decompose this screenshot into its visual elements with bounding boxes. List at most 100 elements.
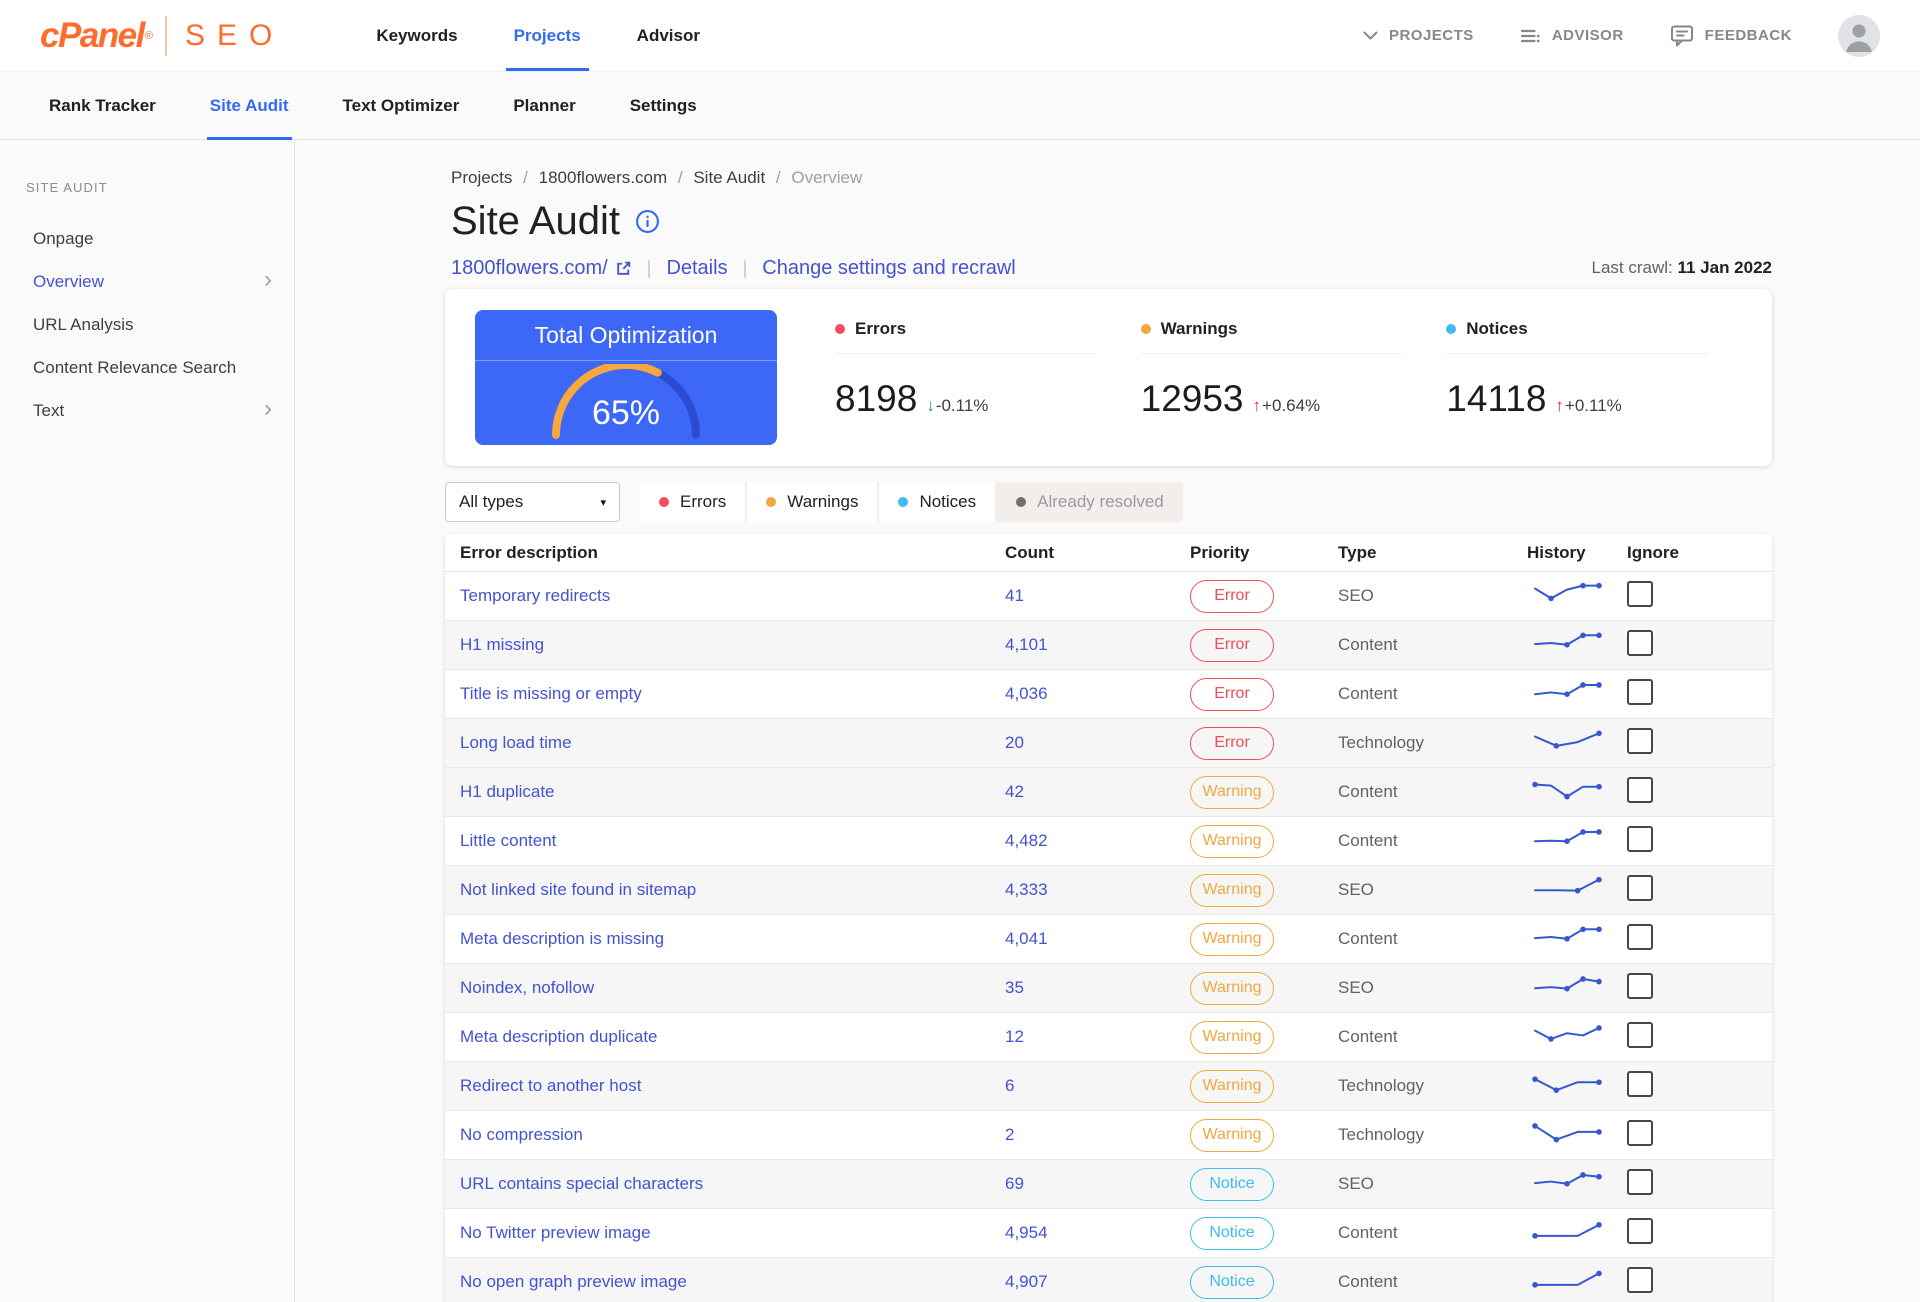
- tab-text-optimizer[interactable]: Text Optimizer: [316, 72, 487, 139]
- feedback-button[interactable]: FEEDBACK: [1670, 24, 1792, 47]
- priority-cell: Notice: [1190, 1216, 1338, 1250]
- breadcrumb-projects[interactable]: Projects: [451, 168, 512, 187]
- issue-link[interactable]: Meta description duplicate: [460, 1027, 658, 1046]
- issue-link[interactable]: No compression: [460, 1125, 583, 1144]
- stat-notices-value: 14118: [1446, 378, 1547, 419]
- issue-link[interactable]: Not linked site found in sitemap: [460, 880, 696, 899]
- sidebar-item-url-analysis[interactable]: URL Analysis: [0, 303, 294, 346]
- sidebar-item-overview[interactable]: Overview ›: [0, 260, 294, 303]
- ignore-checkbox[interactable]: [1627, 1119, 1653, 1146]
- ignore-checkbox[interactable]: [1627, 580, 1653, 607]
- ignore-checkbox[interactable]: [1627, 1070, 1653, 1097]
- count-link[interactable]: 4,482: [1005, 831, 1048, 850]
- count-cell: 4,036: [1005, 684, 1190, 704]
- breadcrumb-project-domain[interactable]: 1800flowers.com: [539, 168, 668, 187]
- sidebar-item-text[interactable]: Text ›: [0, 389, 294, 432]
- ignore-checkbox[interactable]: [1627, 1266, 1653, 1293]
- count-link[interactable]: 69: [1005, 1174, 1024, 1193]
- count-link[interactable]: 4,041: [1005, 929, 1048, 948]
- stat-warnings-value: 12953: [1140, 378, 1244, 419]
- domain-link[interactable]: 1800flowers.com/: [451, 257, 632, 280]
- ignore-checkbox[interactable]: [1627, 629, 1653, 656]
- ignore-checkbox[interactable]: [1627, 1217, 1653, 1244]
- nav-keywords[interactable]: Keywords: [348, 0, 485, 71]
- count-link[interactable]: 41: [1005, 586, 1024, 605]
- sidebar-item-onpage[interactable]: Onpage: [0, 217, 294, 260]
- sidebar-item-content-relevance-search[interactable]: Content Relevance Search: [0, 346, 294, 389]
- issue-link[interactable]: H1 missing: [460, 635, 544, 654]
- info-icon[interactable]: [635, 209, 660, 234]
- issue-cell: No open graph preview image: [460, 1272, 1005, 1292]
- count-link[interactable]: 12: [1005, 1027, 1024, 1046]
- tab-planner[interactable]: Planner: [486, 72, 602, 139]
- ignore-checkbox[interactable]: [1627, 678, 1653, 705]
- details-link[interactable]: Details: [666, 257, 727, 280]
- table-row: No open graph preview image 4,907 Notice Co…: [445, 1258, 1772, 1302]
- count-link[interactable]: 4,954: [1005, 1223, 1048, 1242]
- ignore-checkbox[interactable]: [1627, 1168, 1653, 1195]
- errors-dot-icon: [835, 324, 845, 334]
- advisor-button[interactable]: ADVISOR: [1520, 26, 1624, 46]
- ignore-checkbox[interactable]: [1627, 874, 1653, 901]
- priority-cell: Error: [1190, 726, 1338, 760]
- count-link[interactable]: 20: [1005, 733, 1024, 752]
- count-link[interactable]: 4,907: [1005, 1272, 1048, 1291]
- history-cell: [1527, 675, 1627, 714]
- priority-cell: Warning: [1190, 775, 1338, 809]
- ignore-checkbox[interactable]: [1627, 825, 1653, 852]
- issue-link[interactable]: URL contains special characters: [460, 1174, 703, 1193]
- count-link[interactable]: 6: [1005, 1076, 1014, 1095]
- tab-settings[interactable]: Settings: [603, 72, 724, 139]
- chip-warnings[interactable]: Warnings: [747, 482, 878, 522]
- count-link[interactable]: 4,333: [1005, 880, 1048, 899]
- projects-dropdown[interactable]: PROJECTS: [1363, 27, 1474, 44]
- history-sparkline: [1532, 1122, 1602, 1142]
- tab-site-audit[interactable]: Site Audit: [183, 72, 316, 140]
- count-link[interactable]: 42: [1005, 782, 1024, 801]
- issue-link[interactable]: Little content: [460, 831, 556, 850]
- count-link[interactable]: 2: [1005, 1125, 1014, 1144]
- stat-divider: [835, 353, 1097, 354]
- ignore-checkbox[interactable]: [1627, 972, 1653, 999]
- count-link[interactable]: 4,036: [1005, 684, 1048, 703]
- tab-rank-tracker[interactable]: Rank Tracker: [22, 72, 183, 139]
- count-cell: 4,907: [1005, 1272, 1190, 1292]
- issue-link[interactable]: H1 duplicate: [460, 782, 555, 801]
- chip-notices[interactable]: Notices: [879, 482, 996, 522]
- ignore-cell: [1627, 1021, 1772, 1053]
- ignore-checkbox[interactable]: [1627, 727, 1653, 754]
- issue-link[interactable]: Long load time: [460, 733, 572, 752]
- ignore-cell: [1627, 972, 1772, 1004]
- user-avatar[interactable]: [1838, 14, 1880, 57]
- ignore-checkbox[interactable]: [1627, 923, 1653, 950]
- nav-advisor[interactable]: Advisor: [609, 0, 728, 71]
- issue-link[interactable]: No Twitter preview image: [460, 1223, 651, 1242]
- chip-already-resolved[interactable]: Already resolved: [997, 482, 1183, 522]
- priority-badge: Notice: [1190, 1265, 1274, 1299]
- notices-dot-icon: [1446, 324, 1457, 334]
- issue-link[interactable]: Title is missing or empty: [460, 684, 642, 703]
- issue-link[interactable]: Noindex, nofollow: [460, 978, 594, 997]
- priority-cell: Warning: [1190, 1020, 1338, 1054]
- change-settings-recrawl-link[interactable]: Change settings and recrawl: [762, 257, 1015, 280]
- ignore-checkbox[interactable]: [1627, 776, 1653, 803]
- issue-link[interactable]: No open graph preview image: [460, 1272, 687, 1291]
- nav-keywords-label: Keywords: [376, 25, 458, 45]
- priority-badge: Warning: [1190, 1020, 1274, 1054]
- issue-link[interactable]: Redirect to another host: [460, 1076, 641, 1095]
- history-sparkline: [1534, 975, 1602, 991]
- history-cell: [1527, 577, 1627, 616]
- issue-link[interactable]: Meta description is missing: [460, 929, 664, 948]
- count-link[interactable]: 4,101: [1005, 635, 1048, 654]
- table-row: Redirect to another host 6 Warning Technolo…: [445, 1062, 1772, 1111]
- nav-projects[interactable]: Projects: [486, 0, 609, 71]
- type-filter-select[interactable]: All types ▾: [445, 482, 620, 522]
- summary-stats: Errors 8198 ↓ -0.11% Warnings 12953 ↑ +0.6…: [777, 289, 1772, 466]
- breadcrumb-site-audit[interactable]: Site Audit: [693, 168, 765, 187]
- sidebar-item-onpage-label: Onpage: [33, 228, 94, 248]
- count-link[interactable]: 35: [1005, 978, 1024, 997]
- issue-link[interactable]: Temporary redirects: [460, 586, 610, 605]
- chip-errors[interactable]: Errors: [640, 482, 746, 522]
- priority-badge: Warning: [1190, 922, 1274, 956]
- ignore-checkbox[interactable]: [1627, 1021, 1653, 1048]
